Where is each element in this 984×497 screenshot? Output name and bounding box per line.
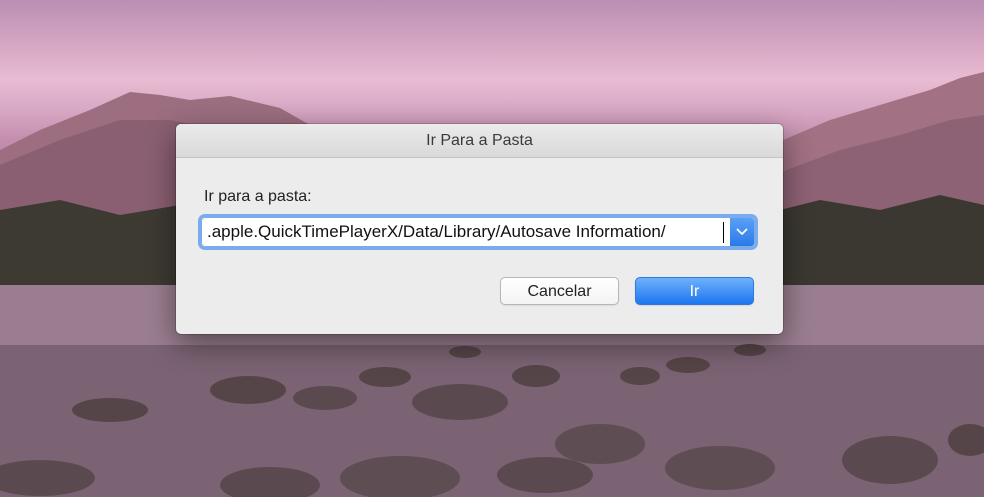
path-history-dropdown-button[interactable] [730,218,754,246]
path-combo-box[interactable] [201,217,755,247]
go-button[interactable]: Ir [635,277,754,305]
text-caret [723,222,724,243]
path-input[interactable] [201,217,725,247]
go-to-folder-label: Ir para a pasta: [204,188,312,205]
chevron-down-icon [736,228,748,235]
go-to-folder-dialog: Ir Para a Pasta Ir para a pasta: Cancela… [176,124,783,334]
cancel-button[interactable]: Cancelar [500,277,619,305]
dialog-title: Ir Para a Pasta [176,124,783,158]
